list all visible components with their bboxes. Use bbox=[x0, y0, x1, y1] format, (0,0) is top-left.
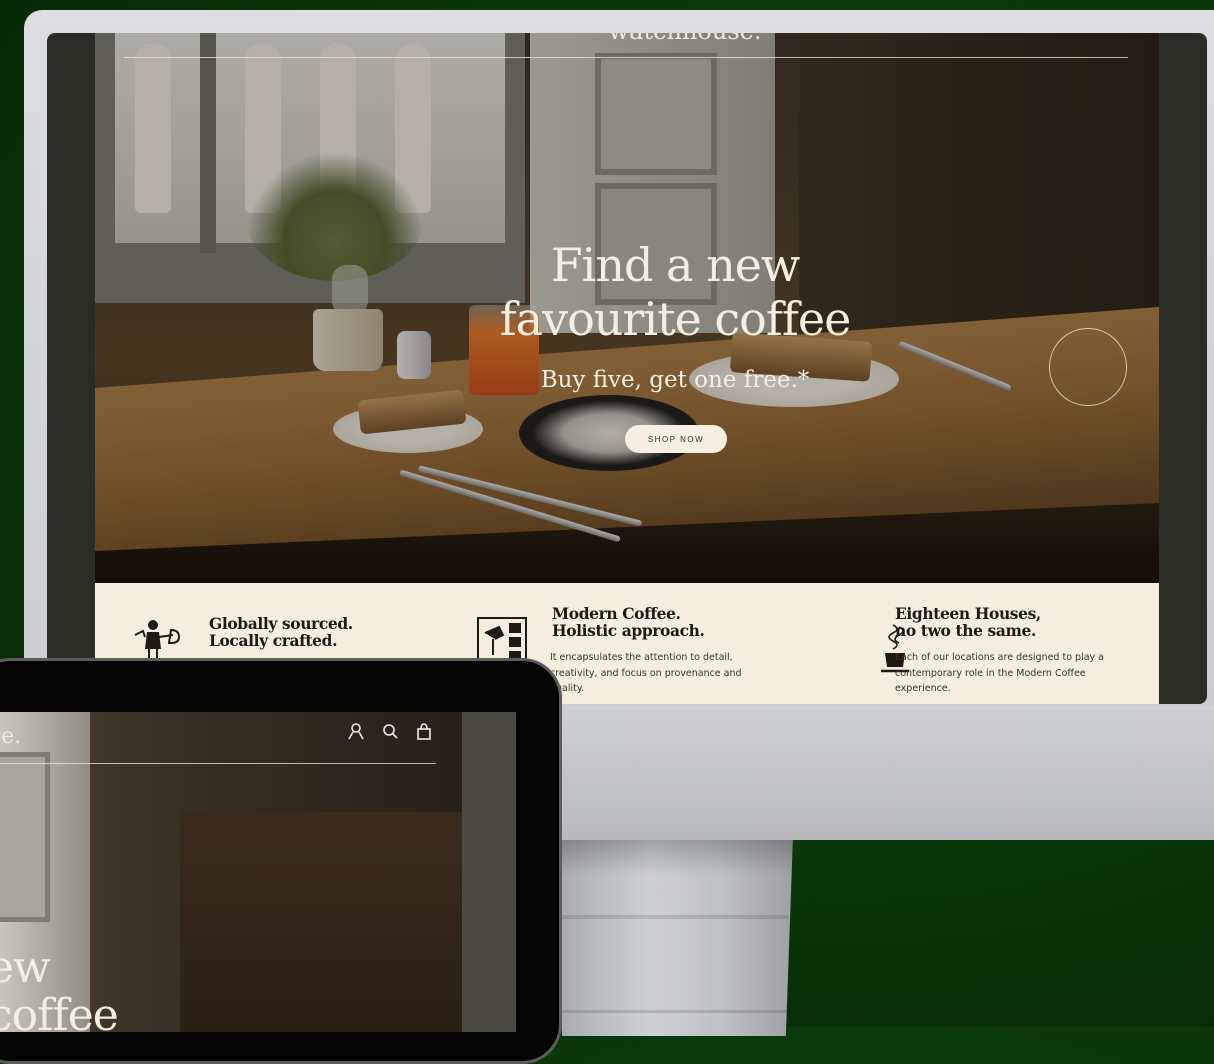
hero-banner: watchhouse. Find a new favourite coffee … bbox=[95, 33, 1159, 583]
ipad-hero-photo-wood bbox=[180, 812, 480, 1032]
ipad-hero-photo-shutter-panel bbox=[0, 752, 50, 922]
shop-now-button[interactable]: SHOP NOW bbox=[625, 425, 727, 453]
feature-body-line: Each of our locations are designed to pl… bbox=[895, 652, 1104, 663]
imac-stand-shadow bbox=[555, 836, 793, 876]
ipad-hero-title-line: coffee bbox=[0, 990, 119, 1033]
feature-title-line: Globally sourced. bbox=[209, 614, 353, 633]
hero-subtitle: Buy five, get one free.* bbox=[540, 367, 810, 393]
feature-body-line: experience. bbox=[895, 683, 951, 694]
imac-stand-groove bbox=[560, 1010, 788, 1013]
feature-body: Each of our locations are designed to pl… bbox=[895, 650, 1135, 697]
hero-title-line: Find a new bbox=[550, 238, 801, 292]
site-logo[interactable]: watchhouse. bbox=[535, 33, 835, 45]
ipad-hero-photo-edge bbox=[462, 712, 516, 1032]
feature-body-line: creativity, and focus on provenance and bbox=[550, 667, 742, 679]
imac-screen: watchhouse. Find a new favourite coffee … bbox=[47, 33, 1207, 704]
website: watchhouse. Find a new favourite coffee … bbox=[95, 33, 1159, 704]
feature-title-line: no two the same. bbox=[895, 621, 1036, 640]
hero-title: Find a new favourite coffee bbox=[395, 238, 955, 346]
feature-body-line: It encapsulates the attention to detail, bbox=[550, 652, 733, 663]
bag-icon[interactable] bbox=[415, 722, 433, 740]
feature-title-line: Locally crafted. bbox=[209, 631, 338, 650]
feature-title-line: Modern Coffee. bbox=[552, 604, 681, 623]
header-divider bbox=[124, 57, 1128, 58]
feature-title: Globally sourced. Locally crafted. bbox=[209, 615, 353, 649]
feature-title: Modern Coffee. Holistic approach. bbox=[552, 605, 705, 639]
ipad-hero-title-line: ew bbox=[0, 942, 51, 993]
feature-title-line: Eighteen Houses, bbox=[895, 604, 1041, 623]
ipad-screen: se. ew coffee bbox=[0, 712, 516, 1032]
feature-body: It encapsulates the attention to detail,… bbox=[550, 650, 770, 697]
ipad-hero-title: ew coffee bbox=[0, 942, 119, 1033]
cursor-ring-icon bbox=[1049, 328, 1127, 406]
feature-body-line: quality. bbox=[550, 683, 585, 694]
ipad-site-logo[interactable]: se. bbox=[0, 724, 21, 749]
feature-title: Eighteen Houses, no two the same. bbox=[895, 605, 1041, 639]
imac-stand-groove bbox=[560, 915, 788, 919]
feature-body-line: contemporary role in the Modern Coffee bbox=[895, 667, 1086, 679]
search-icon[interactable] bbox=[381, 722, 399, 740]
hero-title-line: favourite coffee bbox=[499, 292, 852, 346]
ipad-header-divider bbox=[0, 763, 436, 764]
account-icon[interactable] bbox=[347, 722, 365, 740]
feature-title-line: Holistic approach. bbox=[552, 621, 705, 640]
